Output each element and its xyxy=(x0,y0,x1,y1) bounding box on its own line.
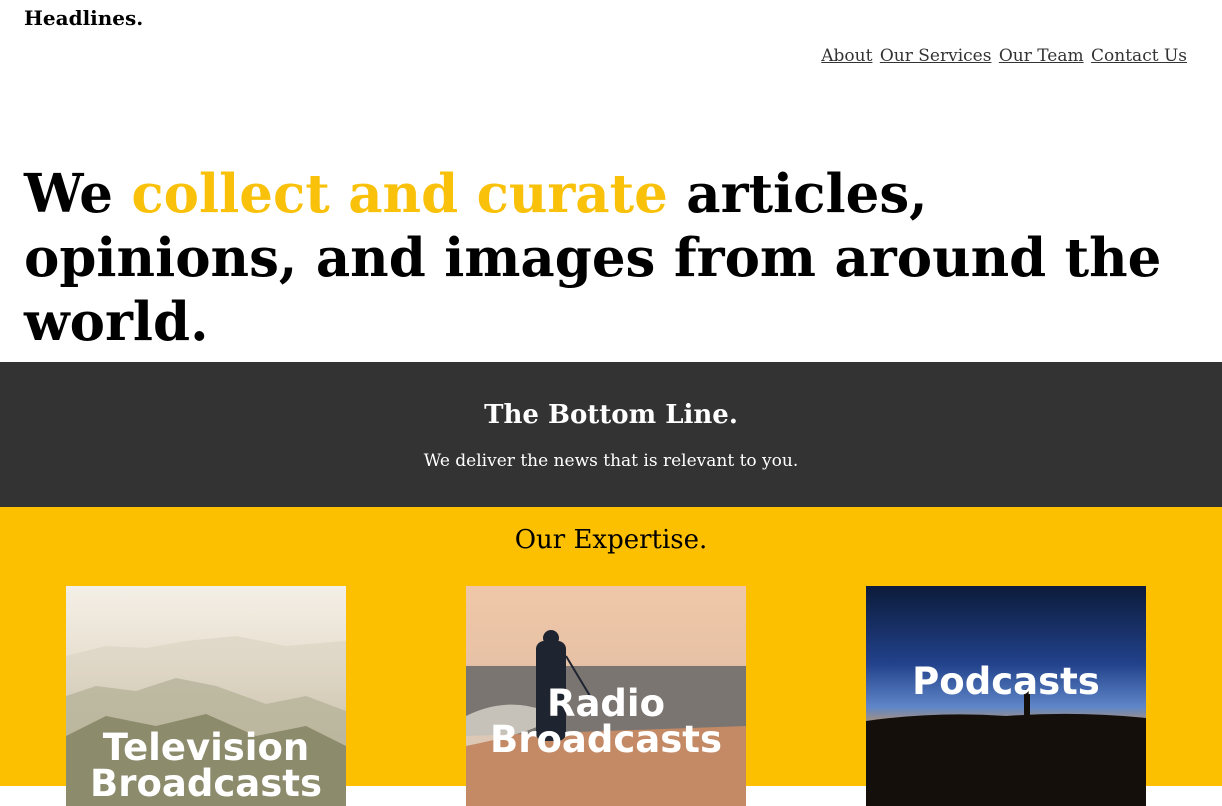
card-radio[interactable]: Radio Broadcasts xyxy=(466,586,746,806)
main-nav: About Our Services Our Team Contact Us xyxy=(819,46,1187,66)
expertise-section: Our Expertise. Television Broadcasts Rad… xyxy=(0,507,1222,806)
hero-accent: collect and curate xyxy=(131,163,668,225)
nav-about[interactable]: About xyxy=(821,46,872,66)
bottom-line-text: We deliver the news that is relevant to … xyxy=(423,451,799,471)
site-header: Headlines. About Our Services Our Team C… xyxy=(0,0,1222,120)
nav-our-services[interactable]: Our Services xyxy=(880,46,992,66)
card-label-radio: Radio Broadcasts xyxy=(490,682,722,761)
card-podcasts[interactable]: Podcasts xyxy=(866,586,1146,806)
bottom-line-title: The Bottom Line. xyxy=(484,400,738,430)
card-label-television: Television Broadcasts xyxy=(90,726,322,805)
bottom-line-section: The Bottom Line. We deliver the news tha… xyxy=(0,362,1222,507)
card-television[interactable]: Television Broadcasts xyxy=(66,586,346,806)
card-label-podcasts: Podcasts xyxy=(912,660,1100,703)
hero-heading: We collect and curate articles, opinions… xyxy=(24,162,1204,354)
expertise-title: Our Expertise. xyxy=(514,525,708,555)
hero-prefix: We xyxy=(24,163,132,225)
site-logo[interactable]: Headlines. xyxy=(24,6,143,30)
nav-contact-us[interactable]: Contact Us xyxy=(1091,46,1187,66)
nav-our-team[interactable]: Our Team xyxy=(999,46,1084,66)
